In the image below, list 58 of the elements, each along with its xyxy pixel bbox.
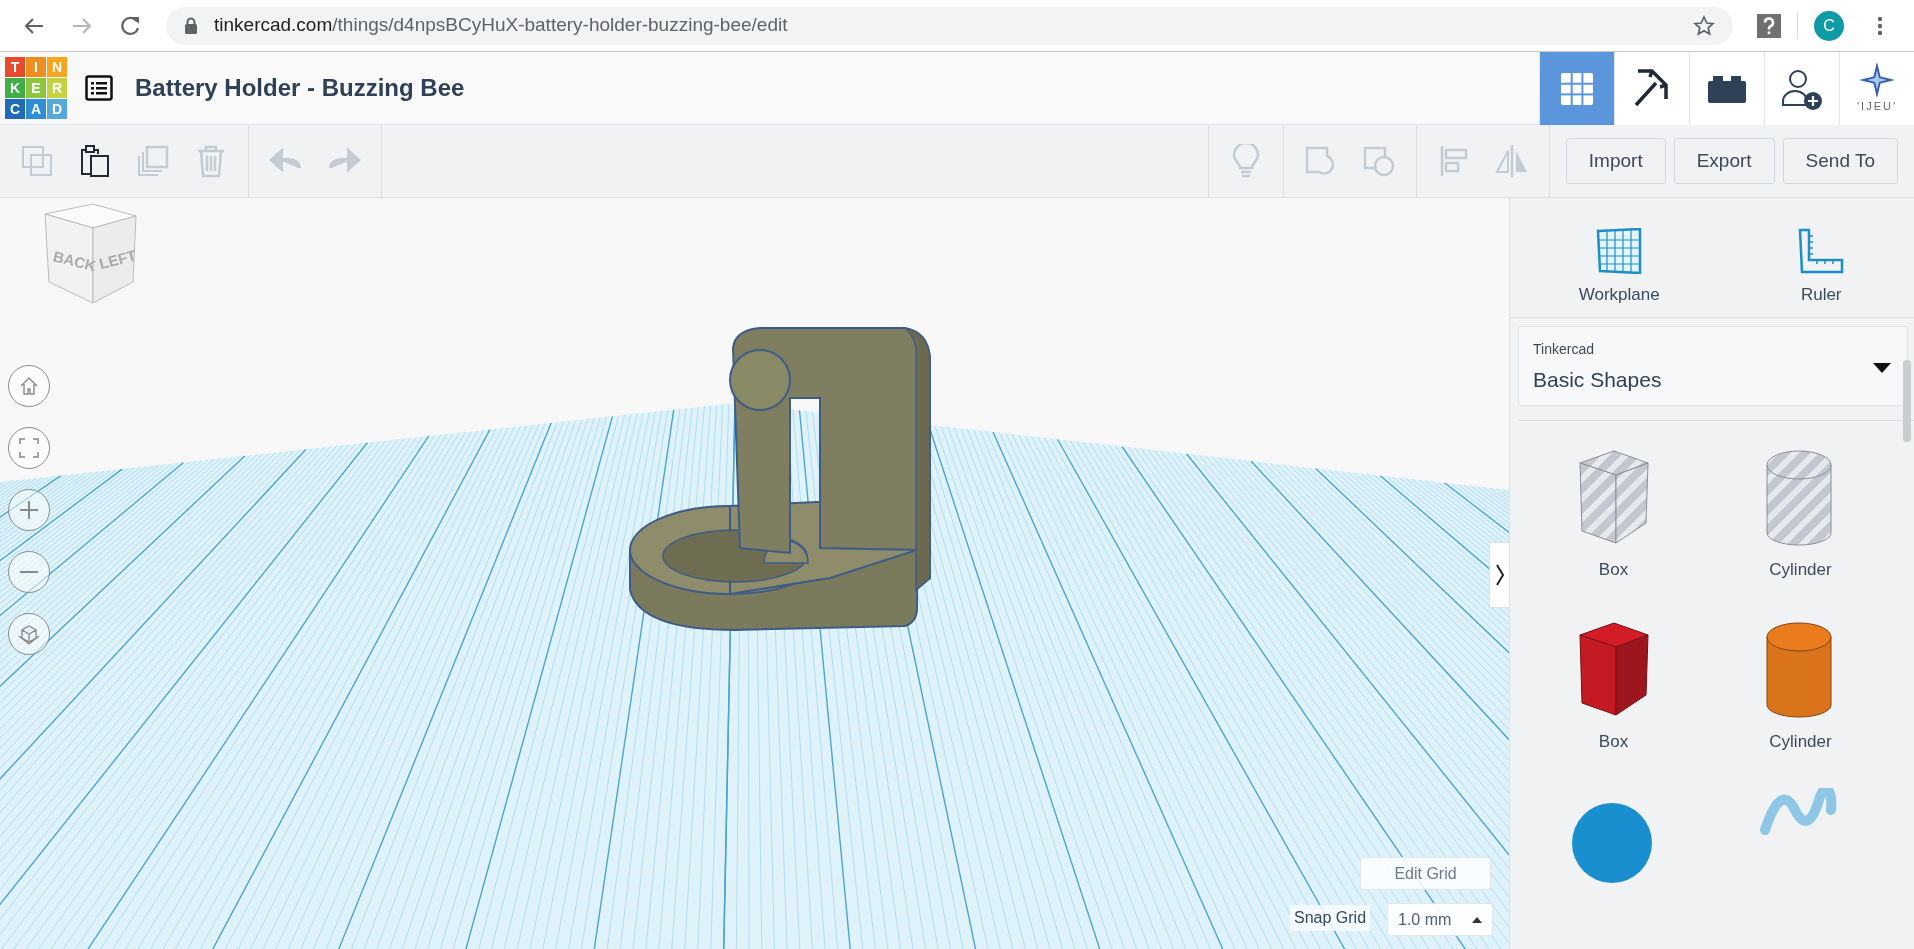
- profile-avatar[interactable]: C: [1814, 10, 1844, 41]
- cube-face-label: LEFT: [97, 246, 138, 273]
- nav-tab[interactable]: [1689, 52, 1764, 125]
- shape-item[interactable]: Box: [1520, 616, 1707, 754]
- logo-letter[interactable]: A: [26, 99, 46, 119]
- zoom-in-icon: [17, 498, 41, 522]
- perspective-button[interactable]: [8, 613, 50, 655]
- address-bar[interactable]: tinkercad.com/things/d4npsBCyHuX-battery-holder-buzzing-bee/edit: [166, 6, 1733, 45]
- action-button[interactable]: Import: [1565, 138, 1666, 184]
- library-dropdown[interactable]: Tinkercad Basic Shapes: [1518, 326, 1908, 406]
- reload-icon: [119, 14, 141, 37]
- view-cube[interactable]: [44, 203, 137, 304]
- scrollbar[interactable]: [1903, 360, 1911, 442]
- zoom-in-button[interactable]: [8, 489, 50, 531]
- help-icon: [1756, 12, 1782, 39]
- action-button[interactable]: Export: [1673, 138, 1775, 184]
- edit-grid-button[interactable]: Edit Grid: [1360, 857, 1491, 890]
- model-drawing[interactable]: [629, 327, 931, 631]
- bricks-icon: [1707, 73, 1747, 104]
- bookmark-star-icon[interactable]: [1693, 14, 1715, 37]
- copy-icon: [20, 144, 54, 178]
- workplane-button[interactable]: Workplane: [1578, 227, 1660, 307]
- panel-toggle-button[interactable]: [1489, 542, 1509, 608]
- workplane-grid[interactable]: [0, 403, 1509, 949]
- cube-face-label: BACK: [51, 247, 98, 275]
- caret-down-icon: [1873, 363, 1891, 373]
- ruler-icon: [1797, 227, 1846, 274]
- zoom-out-icon: [17, 570, 41, 574]
- duplicate-icon: [136, 144, 170, 178]
- lock-icon: [184, 16, 198, 35]
- design-title: Battery Holder - Buzzing Bee: [135, 73, 466, 103]
- action-button[interactable]: Send To: [1782, 138, 1898, 184]
- url-text: tinkercad.com/things/d4npsBCyHuX-battery-holder-buzzing-bee/edit: [214, 13, 789, 38]
- chevron-right-icon: [1494, 563, 1505, 587]
- shape-item[interactable]: Box: [1520, 445, 1707, 583]
- caret-up-icon: [1472, 916, 1482, 923]
- shape-item[interactable]: Cylinder: [1707, 616, 1894, 754]
- home-button[interactable]: [8, 365, 50, 407]
- paste-icon: [78, 144, 112, 178]
- hole-shape-icon: [1361, 144, 1396, 178]
- fit-view-button[interactable]: [8, 427, 50, 469]
- more-icon: [1877, 14, 1883, 37]
- fit-view-icon: [17, 436, 41, 460]
- nav-tab[interactable]: [1764, 52, 1839, 125]
- zoom-out-button[interactable]: [8, 551, 50, 593]
- snap-grid-dropdown[interactable]: 1.0 mm: [1387, 903, 1493, 936]
- star-icon: [1859, 62, 1895, 99]
- shape-item[interactable]: Cylinder: [1707, 445, 1894, 583]
- list-icon: [85, 75, 113, 101]
- workplane-icon: [1595, 227, 1644, 274]
- nav-tab[interactable]: [1614, 52, 1689, 125]
- snap-grid-label: Snap Grid: [1290, 905, 1371, 931]
- grid-icon: [1559, 70, 1595, 107]
- nav-tab[interactable]: 'IJEU': [1839, 52, 1914, 125]
- logo-letter[interactable]: T: [5, 57, 25, 77]
- ruler-button[interactable]: Ruler: [1797, 227, 1846, 307]
- mirror-icon: [1494, 144, 1529, 178]
- logo-letter[interactable]: C: [5, 99, 25, 119]
